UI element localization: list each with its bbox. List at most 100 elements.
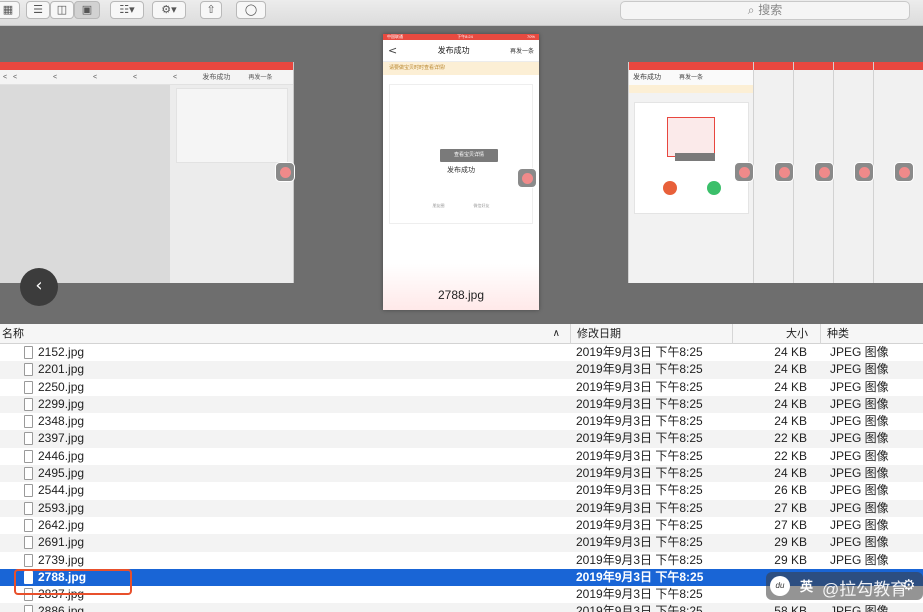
column-header-date[interactable]: 修改日期 — [570, 324, 732, 344]
back-chevron-icon: < — [53, 74, 58, 81]
table-row[interactable]: 2250.jpg 2019年9月3日 下午8:25 24 KB JPEG 图像 — [0, 379, 923, 396]
status-battery: 70% — [526, 34, 535, 39]
table-row[interactable]: 2446.jpg 2019年9月3日 下午8:25 22 KB JPEG 图像 — [0, 448, 923, 465]
coverflow-view-button[interactable]: ▣ — [74, 1, 100, 19]
action-button[interactable]: ⚙▾ — [152, 1, 186, 19]
tag-button[interactable]: ◯ — [236, 1, 266, 19]
file-name: 2495.jpg — [38, 466, 85, 481]
phone-tip-banner: 请要做宝贝时时查看详情! — [383, 62, 539, 75]
grid-icon: ▦ — [2, 3, 14, 16]
file-kind: JPEG 图像 — [830, 483, 889, 498]
sort-ascending-icon: ∧ — [552, 328, 560, 339]
column-header-kind[interactable]: 种类 — [820, 324, 923, 344]
back-chevron-icon: < — [133, 74, 138, 81]
column-header-name[interactable]: 名称 ∧ — [0, 324, 570, 344]
jpeg-file-icon — [24, 536, 33, 550]
toolbar: ▦ ☰ ◫ ▣ ☷▾ ⚙▾ ⇧ ◯ ⌕ 搜索 — [0, 0, 923, 26]
back-chevron-icon: < — [173, 74, 178, 81]
list-icon: ☰ — [33, 3, 43, 16]
app-badge-icon — [894, 162, 914, 182]
share-button[interactable]: ⇧ — [200, 1, 222, 19]
table-row[interactable]: 2495.jpg 2019年9月3日 下午8:25 24 KB JPEG 图像 — [0, 465, 923, 483]
app-badge-icon — [517, 168, 537, 188]
coverflow-left-stack[interactable]: < < < < < < 发布成功 再发一条 — [0, 62, 294, 283]
share-icon: ⇧ — [206, 3, 216, 16]
column-header-size[interactable]: 大小 — [732, 324, 820, 344]
file-size: 26 KB — [774, 483, 807, 498]
back-chevron-icon: < — [93, 74, 98, 81]
file-kind: JPEG 图像 — [830, 396, 889, 411]
table-row[interactable]: 2201.jpg 2019年9月3日 下午8:25 24 KB JPEG 图像 — [0, 361, 923, 379]
list-view-button[interactable]: ☰ — [26, 1, 50, 19]
table-row[interactable]: 2691.jpg 2019年9月3日 下午8:25 29 KB JPEG 图像 — [0, 534, 923, 552]
file-name: 2299.jpg — [38, 396, 85, 411]
app-badge-icon — [734, 162, 754, 182]
search-field[interactable]: ⌕ 搜索 — [620, 1, 910, 20]
watermark-overlay: du 英 @拉勾教育 ⚙ — [766, 572, 923, 600]
table-row[interactable]: 2593.jpg 2019年9月3日 下午8:25 27 KB JPEG 图像 — [0, 499, 923, 517]
file-size: 22 KB — [774, 448, 807, 463]
file-size: 27 KB — [774, 500, 807, 515]
table-row[interactable]: 2886.jpg 2019年9月3日 下午8:25 58 KB JPEG 图像 — [0, 603, 923, 612]
gear-icon: ⚙▾ — [161, 3, 177, 16]
chevron-left-icon: ‹ — [35, 275, 43, 296]
file-kind: JPEG 图像 — [830, 379, 889, 394]
phone-content-panel: 查看宝贝详情 发布成功 朋友圈 微信好友 — [389, 84, 533, 224]
columns-icon: ◫ — [56, 3, 68, 16]
tag-icon: ◯ — [244, 3, 258, 16]
table-row[interactable]: 2348.jpg 2019年9月3日 下午8:25 24 KB JPEG 图像 — [0, 413, 923, 430]
file-name: 2886.jpg — [38, 604, 85, 612]
coverflow-previous-button[interactable]: ‹ — [20, 268, 58, 306]
jpeg-file-icon — [24, 484, 33, 498]
file-date: 2019年9月3日 下午8:25 — [576, 517, 703, 532]
search-icon: ⌕ — [747, 3, 755, 17]
file-kind: JPEG 图像 — [830, 362, 889, 377]
file-size: 58 KB — [774, 604, 807, 612]
file-size: 22 KB — [774, 431, 807, 446]
table-row[interactable]: 2642.jpg 2019年9月3日 下午8:25 27 KB JPEG 图像 — [0, 517, 923, 534]
file-size: 27 KB — [774, 517, 807, 532]
table-row[interactable]: 2544.jpg 2019年9月3日 下午8:25 26 KB JPEG 图像 — [0, 482, 923, 499]
app-badge-icon — [814, 162, 834, 182]
jpeg-file-icon — [24, 501, 33, 515]
input-method-label: 英 — [800, 579, 814, 594]
file-size: 24 KB — [774, 466, 807, 481]
group-icon: ☷▾ — [119, 3, 135, 16]
file-kind: JPEG 图像 — [830, 448, 889, 463]
table-row[interactable]: 2152.jpg 2019年9月3日 下午8:25 24 KB JPEG 图像 — [0, 344, 923, 361]
jpeg-file-icon — [24, 605, 33, 612]
jpeg-file-icon — [24, 432, 33, 446]
gear-icon[interactable]: ⚙ — [902, 576, 915, 594]
file-size: 24 KB — [774, 414, 807, 429]
column-view-button[interactable]: ◫ — [50, 1, 74, 19]
file-name: 2201.jpg — [38, 362, 85, 377]
file-name: 2642.jpg — [38, 517, 85, 532]
app-badge-icon — [275, 162, 295, 182]
coverflow-area[interactable]: < < < < < < 发布成功 再发一条 中国联通 下午8:24 70% < 发… — [0, 26, 923, 324]
table-row[interactable]: 2397.jpg 2019年9月3日 下午8:25 22 KB JPEG 图像 — [0, 430, 923, 448]
watermark-text: @拉勾教育 — [822, 580, 908, 599]
file-date: 2019年9月3日 下午8:25 — [576, 587, 703, 602]
phone-share-wechat: 微信好友 — [473, 203, 490, 208]
file-date: 2019年9月3日 下午8:25 — [576, 552, 703, 567]
file-kind: JPEG 图像 — [830, 517, 889, 532]
column-date-label: 修改日期 — [577, 328, 621, 340]
jpeg-file-icon — [24, 380, 33, 394]
table-row[interactable]: 2739.jpg 2019年9月3日 下午8:25 29 KB JPEG 图像 — [0, 552, 923, 569]
coverflow-current-preview[interactable]: 中国联通 下午8:24 70% < 发布成功 再发一条 请要做宝贝时时查看详情!… — [383, 34, 539, 310]
file-size: 24 KB — [774, 396, 807, 411]
file-name: 2739.jpg — [38, 552, 85, 567]
file-name: 2348.jpg — [38, 414, 85, 429]
jpeg-file-icon — [24, 553, 33, 567]
table-row[interactable]: 2299.jpg 2019年9月3日 下午8:25 24 KB JPEG 图像 — [0, 395, 923, 414]
file-date: 2019年9月3日 下午8:25 — [576, 414, 703, 429]
file-kind: JPEG 图像 — [830, 431, 889, 446]
file-size: 29 KB — [774, 535, 807, 550]
icon-view-button[interactable]: ▦ — [0, 1, 20, 19]
status-time: 下午8:24 — [457, 34, 473, 39]
coverflow-icon: ▣ — [81, 3, 93, 16]
phone-nav-bar: < 发布成功 再发一条 — [383, 40, 539, 62]
search-placeholder: 搜索 — [758, 3, 783, 17]
group-button[interactable]: ☷▾ — [110, 1, 144, 19]
phone-more-link: 再发一条 — [509, 49, 534, 55]
